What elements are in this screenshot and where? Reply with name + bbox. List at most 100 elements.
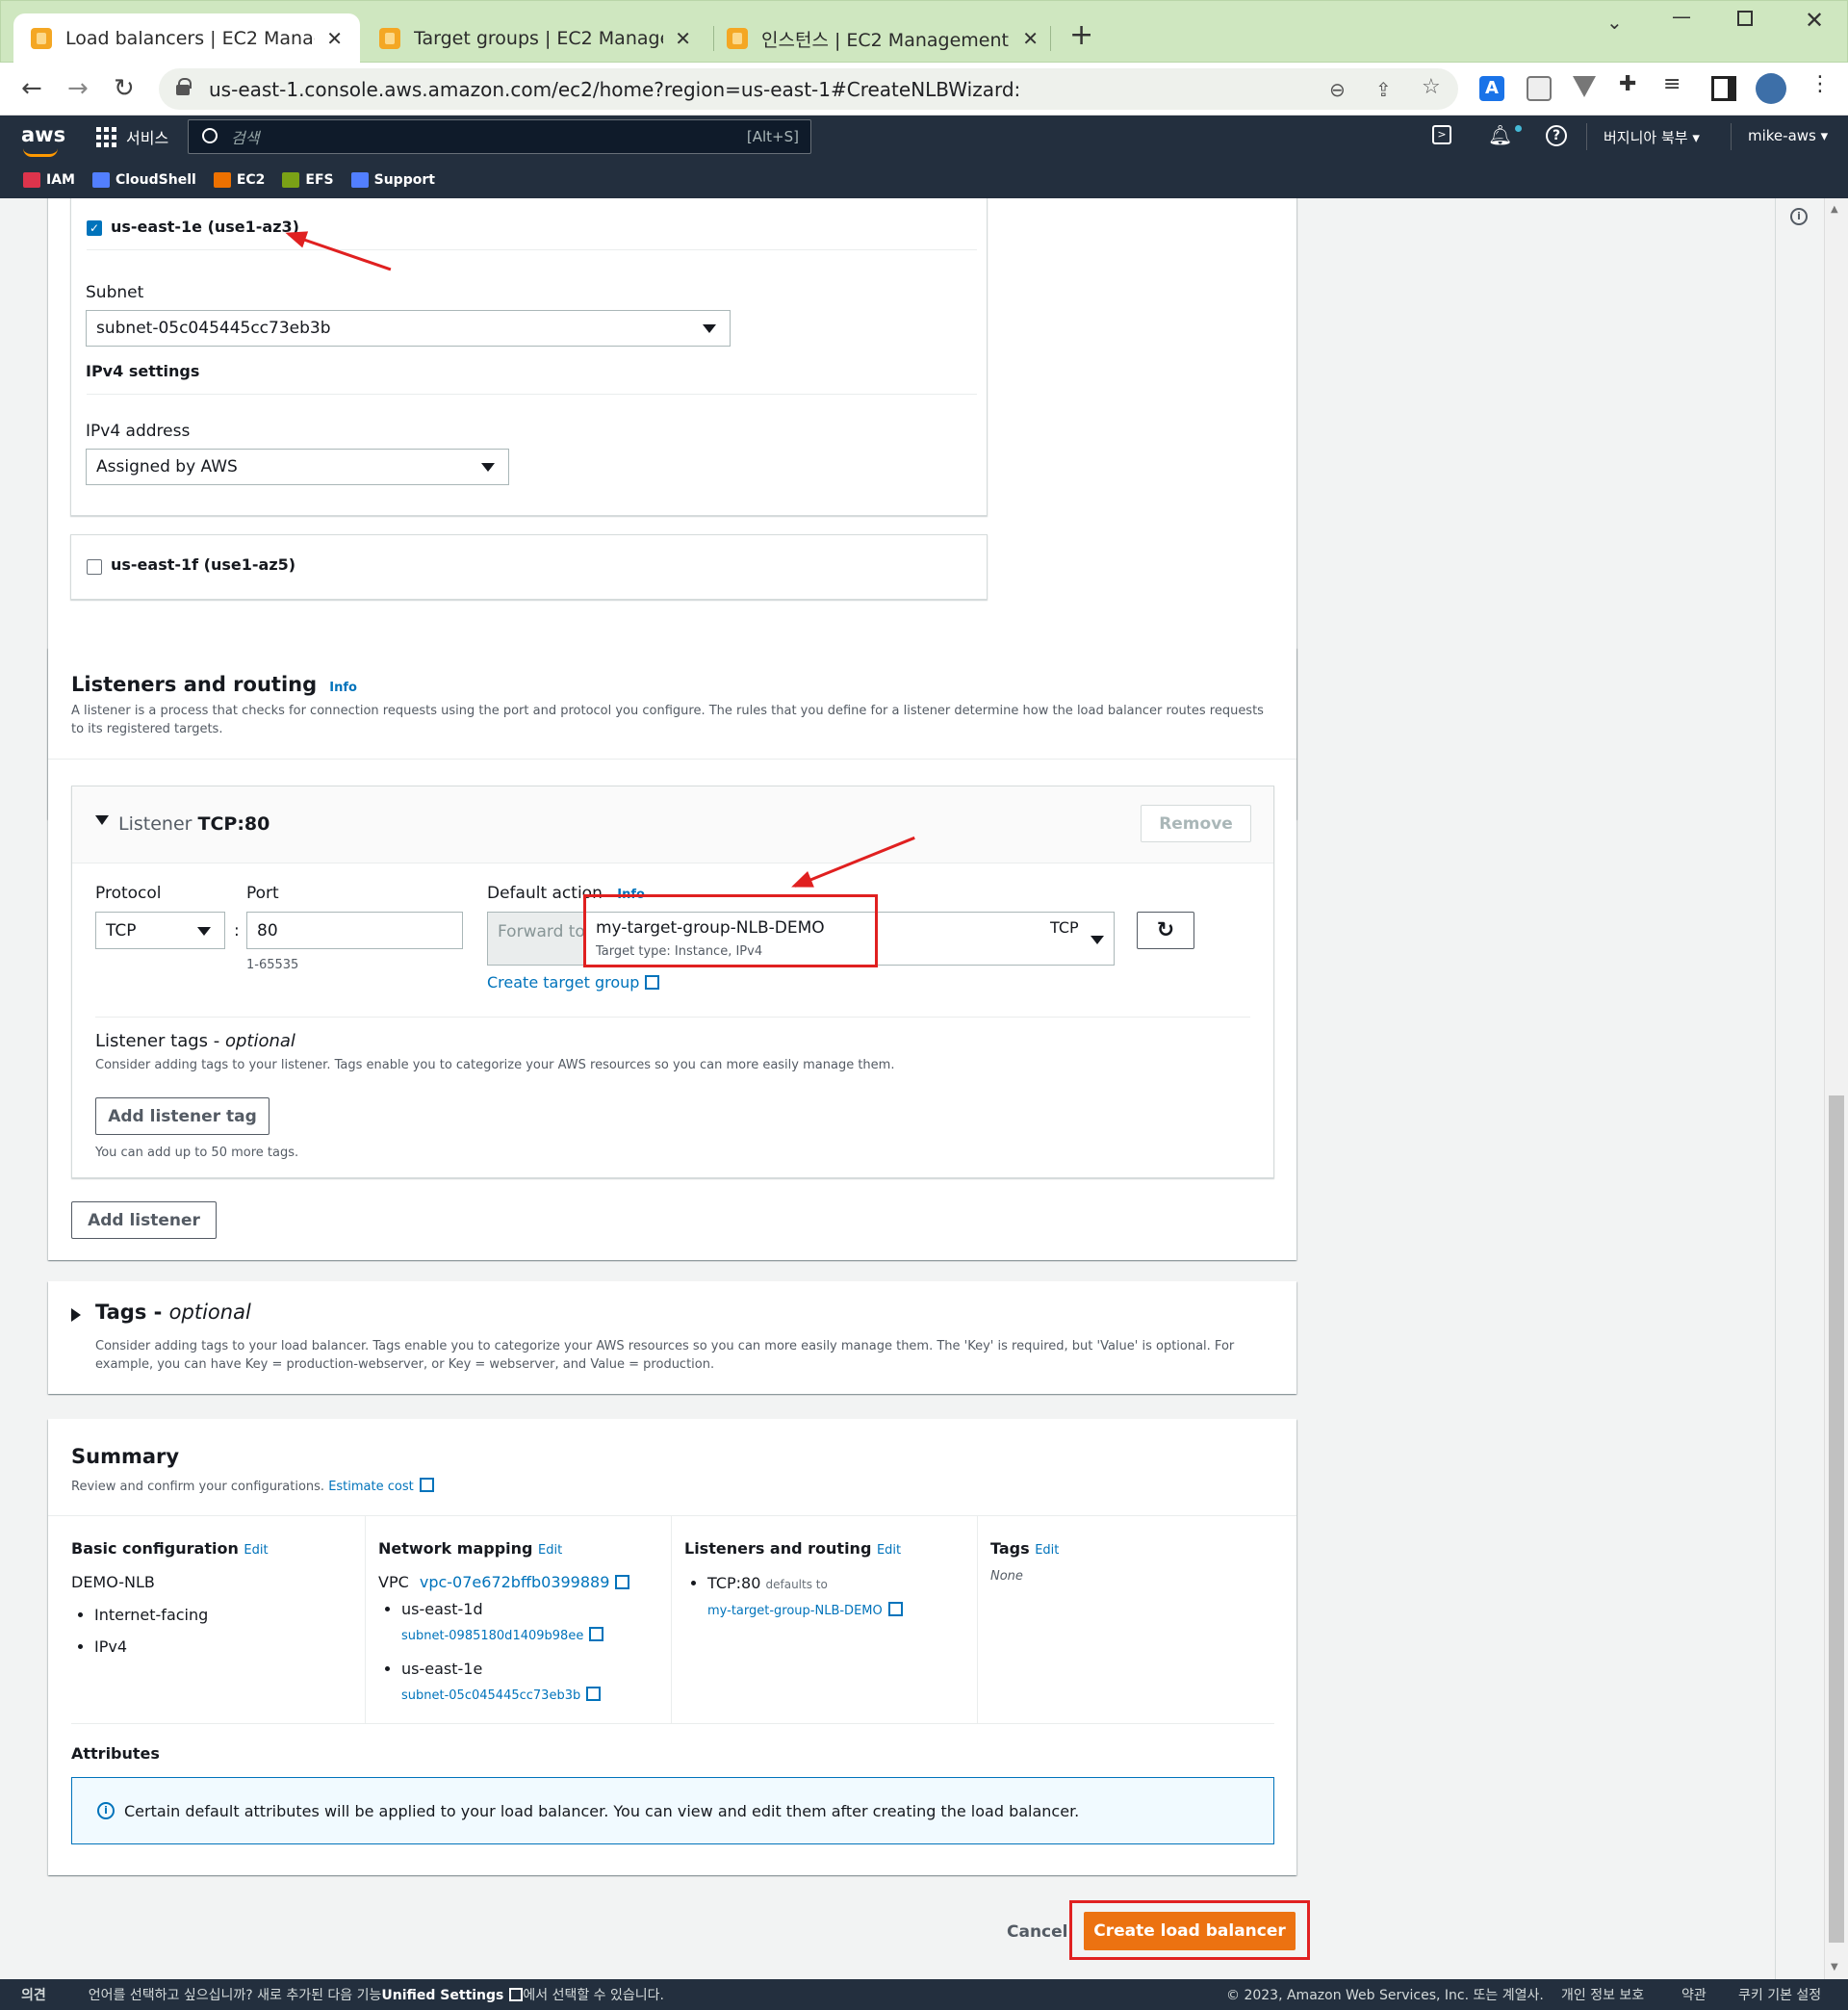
aws-logo[interactable]: aws bbox=[21, 123, 65, 157]
refresh-button[interactable]: ↻ bbox=[1137, 912, 1194, 949]
favorite-iam[interactable]: IAM bbox=[23, 172, 75, 188]
add-listener-button[interactable]: Add listener bbox=[71, 1201, 217, 1239]
address-bar[interactable]: us-east-1.console.aws.amazon.com/ec2/hom… bbox=[159, 68, 1458, 110]
caret-down-icon: ▾ bbox=[1692, 129, 1700, 146]
summary-panel: Summary Review and confirm your configur… bbox=[48, 1419, 1296, 1875]
minimize-icon[interactable]: — bbox=[1672, 5, 1691, 28]
add-listener-tag-button[interactable]: Add listener tag bbox=[95, 1097, 270, 1135]
reading-list-icon[interactable]: ≡ bbox=[1663, 72, 1688, 97]
unified-settings-link[interactable]: Unified Settings bbox=[381, 1988, 503, 2003]
favorite-label: CloudShell bbox=[115, 172, 196, 188]
favorite-ec2[interactable]: EC2 bbox=[213, 172, 266, 188]
notifications-bell-icon[interactable]: 🔔︎ bbox=[1488, 123, 1512, 146]
favorite-support[interactable]: Support bbox=[350, 172, 435, 188]
az-f-checkbox[interactable] bbox=[87, 559, 102, 575]
nav-divider bbox=[1731, 123, 1732, 150]
divider bbox=[95, 1017, 1250, 1018]
scrollbar-thumb[interactable] bbox=[1829, 1095, 1844, 1943]
edit-network-link[interactable]: Edit bbox=[538, 1543, 562, 1558]
summary-title: Summary bbox=[71, 1445, 180, 1468]
forward-icon[interactable]: → bbox=[67, 74, 89, 103]
estimate-cost-link[interactable]: Estimate cost bbox=[328, 1480, 414, 1494]
create-target-group-text: Create target group bbox=[487, 973, 640, 992]
help-panel-info-icon[interactable]: i bbox=[1790, 208, 1808, 225]
external-link-icon bbox=[509, 1988, 524, 2001]
edit-basic-link[interactable]: Edit bbox=[244, 1543, 268, 1558]
new-tab-button[interactable]: + bbox=[1069, 18, 1093, 52]
back-icon[interactable]: ← bbox=[21, 74, 42, 103]
zone-subnet-link[interactable]: subnet-0985180d1409b98ee bbox=[401, 1629, 583, 1643]
create-target-group-link[interactable]: Create target group bbox=[487, 973, 660, 992]
scroll-down-icon[interactable]: ▼ bbox=[1831, 1962, 1838, 1972]
page-scrollbar[interactable]: ▲ ▼ bbox=[1824, 198, 1848, 1979]
remove-listener-button[interactable]: Remove bbox=[1141, 805, 1251, 842]
account-menu[interactable]: mike-aws ▾ bbox=[1748, 127, 1828, 144]
listeners-info-link[interactable]: Info bbox=[329, 681, 357, 695]
feedback-link[interactable]: 의견 bbox=[21, 1985, 46, 2004]
basic-config-list: Internet-facing IPv4 bbox=[94, 1599, 350, 1662]
close-window-icon[interactable]: ✕ bbox=[1805, 7, 1824, 34]
summary-tags-title: Tags bbox=[990, 1539, 1030, 1558]
vue-devtools-icon[interactable] bbox=[1573, 76, 1596, 97]
services-menu[interactable]: 서비스 bbox=[96, 125, 168, 148]
copyright: © 2023, Amazon Web Services, Inc. 또는 계열사… bbox=[1226, 1988, 1544, 2003]
console-search-input[interactable]: 검색 [Alt+S] bbox=[188, 119, 811, 154]
close-tab-icon[interactable]: ✕ bbox=[326, 27, 343, 50]
help-icon[interactable]: ? bbox=[1546, 125, 1567, 146]
listener-tags-heading: Listener tags - optional bbox=[95, 1031, 295, 1051]
caret-down-icon: ▾ bbox=[1820, 127, 1829, 144]
tags-panel: Tags - optional Consider adding tags to … bbox=[48, 1281, 1296, 1394]
translate-extension-icon[interactable]: A bbox=[1479, 76, 1504, 101]
favorite-label: IAM bbox=[46, 172, 75, 188]
close-tab-icon[interactable]: ✕ bbox=[1022, 27, 1039, 50]
profile-avatar[interactable] bbox=[1756, 73, 1786, 104]
browser-tab-bar: Load balancers | EC2 Management ✕ Target… bbox=[0, 0, 1848, 64]
expand-caret-icon[interactable] bbox=[95, 815, 109, 825]
tab-target-groups[interactable]: Target groups | EC2 Management ✕ bbox=[362, 13, 708, 64]
colon-separator: : bbox=[234, 921, 240, 941]
scroll-up-icon[interactable]: ▲ bbox=[1831, 204, 1838, 215]
cookie-preferences-link[interactable]: 쿠키 기본 설정 bbox=[1738, 1985, 1821, 2004]
tags-description: Consider adding tags to your load balanc… bbox=[95, 1339, 1235, 1372]
edit-tags-link[interactable]: Edit bbox=[1035, 1543, 1059, 1558]
tab-search-icon[interactable]: ⌄ bbox=[1606, 11, 1623, 34]
az-e-checkbox[interactable]: ✓ bbox=[87, 220, 102, 236]
chrome-menu-icon[interactable]: ⋮ bbox=[1810, 72, 1831, 97]
zone-subnet-link[interactable]: subnet-05c045445cc73eb3b bbox=[401, 1688, 580, 1703]
vpc-link[interactable]: vpc-07e672bffb0399889 bbox=[420, 1573, 610, 1591]
terms-link[interactable]: 약관 bbox=[1681, 1985, 1707, 2004]
tab-load-balancers[interactable]: Load balancers | EC2 Management ✕ bbox=[13, 13, 360, 64]
zoom-icon[interactable]: ⊖ bbox=[1329, 78, 1346, 101]
ipv4-address-select[interactable]: Assigned by AWS bbox=[86, 449, 509, 485]
screen-cast-icon[interactable] bbox=[1527, 76, 1552, 101]
privacy-link[interactable]: 개인 정보 보호 bbox=[1561, 1985, 1644, 2004]
favorite-label: EC2 bbox=[236, 172, 266, 188]
favorite-efs[interactable]: EFS bbox=[282, 172, 334, 188]
zone-az: us-east-1d bbox=[401, 1600, 483, 1618]
tab-divider bbox=[1050, 26, 1051, 51]
tags-limit-hint: You can add up to 50 more tags. bbox=[95, 1146, 299, 1160]
cancel-button[interactable]: Cancel bbox=[1007, 1922, 1067, 1942]
protocol-select[interactable]: TCP bbox=[95, 912, 225, 949]
favorite-cloudshell[interactable]: CloudShell bbox=[91, 172, 196, 188]
region-selector[interactable]: 버지니아 북부 ▾ bbox=[1604, 127, 1700, 147]
extensions-puzzle-icon[interactable]: ✚ bbox=[1619, 72, 1644, 97]
listener-tags-title: Listener tags - bbox=[95, 1031, 225, 1051]
tags-heading[interactable]: Tags - optional bbox=[95, 1301, 251, 1324]
lock-icon bbox=[176, 78, 192, 95]
subnet-select[interactable]: subnet-05c045445cc73eb3b bbox=[86, 310, 731, 347]
maximize-icon[interactable] bbox=[1737, 11, 1753, 26]
share-icon[interactable]: ⇪ bbox=[1375, 78, 1392, 101]
reload-icon[interactable]: ↻ bbox=[114, 74, 135, 103]
aws-favicon-icon bbox=[379, 28, 400, 49]
cloudshell-icon[interactable]: > bbox=[1432, 125, 1451, 144]
bookmark-star-icon[interactable]: ☆ bbox=[1422, 75, 1441, 99]
expand-caret-icon[interactable] bbox=[71, 1308, 81, 1322]
favorite-label: Support bbox=[373, 172, 435, 188]
edit-listeners-link[interactable]: Edit bbox=[877, 1543, 901, 1558]
summary-target-link[interactable]: my-target-group-NLB-DEMO bbox=[707, 1604, 883, 1618]
close-tab-icon[interactable]: ✕ bbox=[675, 27, 691, 50]
side-panel-icon[interactable] bbox=[1711, 76, 1736, 101]
port-input[interactable]: 80 bbox=[246, 912, 463, 949]
tab-instances[interactable]: 인스턴스 | EC2 Management Co ✕ bbox=[709, 13, 1056, 64]
